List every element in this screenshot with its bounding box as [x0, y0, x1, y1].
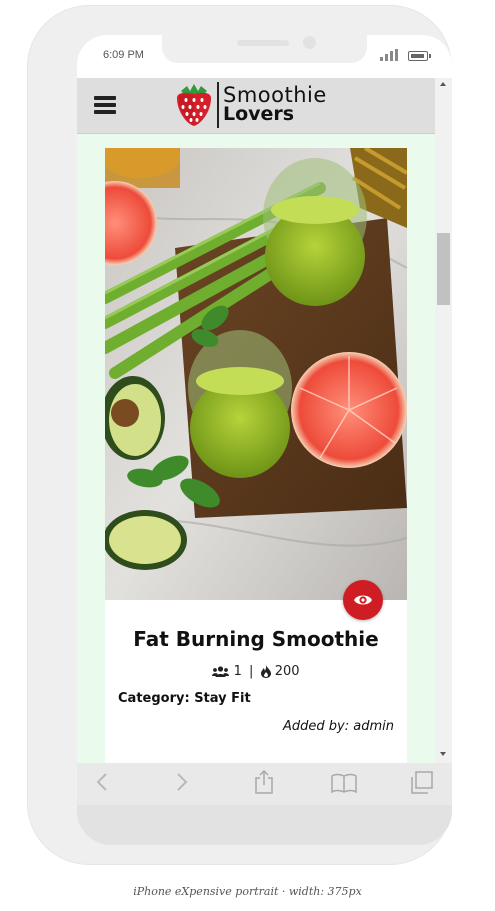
browser-toolbar — [77, 763, 452, 805]
brand-name[interactable]: Smoothie Lovers — [223, 85, 327, 125]
meta-separator: | — [249, 664, 254, 679]
back-arrow-icon[interactable] — [96, 772, 108, 792]
signal-icon — [380, 49, 400, 61]
home-indicator-area — [77, 805, 452, 845]
scroll-thumb[interactable] — [437, 233, 450, 305]
battery-tip — [429, 54, 431, 58]
page-scrollbar[interactable] — [435, 78, 452, 763]
recipe-card[interactable]: Fat Burning Smoothie 1 | 200 Category: S… — [105, 148, 407, 763]
brand-line-2: Lovers — [223, 103, 295, 125]
tabs-icon[interactable] — [410, 771, 434, 795]
logo-divider — [217, 82, 219, 128]
flame-icon — [260, 665, 271, 678]
recipe-category: Category: Stay Fit — [118, 691, 251, 706]
forward-arrow-icon[interactable] — [176, 772, 188, 792]
strawberry-icon[interactable] — [173, 82, 215, 128]
phone-notch — [162, 35, 367, 63]
users-icon — [212, 665, 230, 677]
status-bar: 6:09 PM — [77, 35, 452, 78]
web-viewport: Smoothie Lovers Fat Burning Smoothie 1 |… — [77, 78, 452, 763]
recipe-author: Added by: admin — [283, 719, 394, 734]
device-caption: iPhone eXpensive portrait · width: 375px — [133, 885, 362, 898]
speaker-grille — [237, 40, 289, 46]
calories-count: 200 — [274, 664, 300, 679]
scroll-up-arrow-icon[interactable] — [440, 82, 446, 86]
phone-frame: 6:09 PM Smoothie Lovers Fat Burning Smoo… — [27, 5, 452, 865]
share-icon[interactable] — [254, 769, 274, 795]
recipe-photo[interactable] — [105, 148, 407, 600]
front-camera — [303, 36, 316, 49]
eye-icon — [354, 595, 372, 605]
recipe-title[interactable]: Fat Burning Smoothie — [105, 627, 407, 651]
hamburger-icon[interactable] — [94, 96, 116, 114]
servings-count: 1 — [233, 664, 242, 679]
bookmarks-icon[interactable] — [331, 773, 357, 793]
scroll-down-arrow-icon[interactable] — [440, 752, 446, 756]
phone-screen: 6:09 PM Smoothie Lovers Fat Burning Smoo… — [77, 35, 452, 845]
recipe-meta: 1 | 200 — [105, 664, 407, 679]
status-time: 6:09 PM — [103, 49, 144, 61]
battery-icon — [408, 51, 428, 61]
view-recipe-button[interactable] — [343, 580, 383, 620]
site-header: Smoothie Lovers — [77, 78, 435, 134]
